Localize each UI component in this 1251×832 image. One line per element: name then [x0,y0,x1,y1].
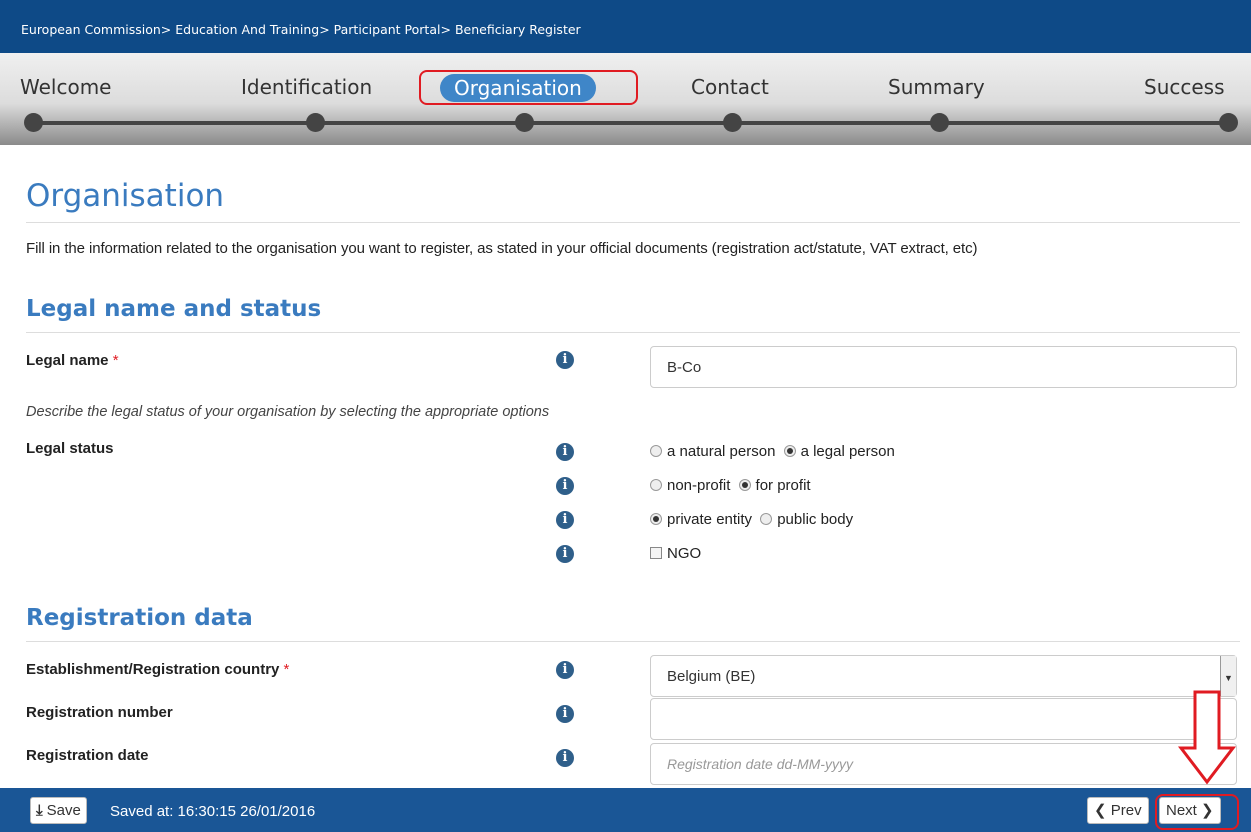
step-identification[interactable]: Identification [241,75,372,99]
info-icon[interactable]: i [556,545,574,563]
info-icon[interactable]: i [556,351,574,369]
info-icon[interactable]: i [556,443,574,461]
radio-public-body-label[interactable]: public body [777,511,853,528]
breadcrumb-sep: > [319,22,330,37]
country-select[interactable]: Belgium (BE) ▼ [650,655,1237,697]
breadcrumb-sep: > [440,22,451,37]
divider [26,222,1240,223]
intro-text: Fill in the information related to the o… [26,240,978,257]
wizard-track [33,121,1230,125]
radio-public-body[interactable] [760,513,773,525]
page-title: Organisation [26,178,225,214]
footer-bar: ⤓ Save Saved at: 16:30:15 26/01/2016 ❮ Pr… [0,788,1251,832]
radio-private-entity-label[interactable]: private entity [667,511,752,528]
ngo-checkbox-label[interactable]: NGO [667,545,701,562]
step-dot [1219,113,1238,132]
radio-private-entity[interactable] [650,513,662,525]
download-icon: ⤓ [36,802,43,819]
chevron-left-icon: ❮ [1094,802,1107,819]
info-icon[interactable]: i [556,661,574,679]
radio-non-profit[interactable] [650,479,662,491]
breadcrumb-item-portal[interactable]: Participant Portal [334,22,441,37]
radio-natural-person-label[interactable]: a natural person [667,443,775,460]
legal-name-label-text: Legal name [26,352,109,369]
radio-for-profit-label[interactable]: for profit [756,477,811,494]
info-icon[interactable]: i [556,477,574,495]
legal-status-note: Describe the legal status of your organi… [26,404,550,420]
country-select-value: Belgium (BE) [667,668,756,685]
breadcrumb: European Commission> Education And Train… [0,0,1251,53]
registration-date-input[interactable]: Registration date dd-MM-yyyy [650,743,1237,785]
registration-number-label: Registration number [26,704,173,721]
breadcrumb-item-ec[interactable]: European Commission [21,22,161,37]
person-type-options: a natural person a legal person [650,443,895,460]
legal-status-label: Legal status [26,440,114,457]
step-dot [306,113,325,132]
ngo-option: NGO [650,545,701,562]
radio-for-profit[interactable] [738,479,751,491]
step-dot [723,113,742,132]
prev-button-label: Prev [1110,802,1142,819]
profit-options: non-profit for profit [650,477,811,494]
breadcrumb-item-register[interactable]: Beneficiary Register [455,22,581,37]
breadcrumb-item-education[interactable]: Education And Training [175,22,319,37]
step-contact[interactable]: Contact [691,75,769,99]
info-icon[interactable]: i [556,511,574,529]
divider [26,641,1240,642]
legal-name-input[interactable]: B-Co [650,346,1237,388]
info-icon[interactable]: i [556,749,574,767]
radio-legal-person[interactable] [783,445,796,457]
step-dot [24,113,43,132]
save-button[interactable]: ⤓ Save [30,797,87,824]
registration-date-label: Registration date [26,747,149,764]
info-icon[interactable]: i [556,705,574,723]
arrow-down-icon [1177,690,1237,785]
section-title-legal: Legal name and status [26,296,322,322]
saved-status: Saved at: 16:30:15 26/01/2016 [110,803,316,820]
radio-natural-person[interactable] [650,445,662,457]
breadcrumb-sep: > [160,22,172,37]
step-dot [930,113,949,132]
next-button-highlight [1155,794,1239,830]
section-title-registration: Registration data [26,605,253,631]
prev-button[interactable]: ❮ Prev [1087,797,1149,824]
entity-options: private entity public body [650,511,853,528]
country-label-text: Establishment/Registration country [26,661,280,678]
active-step-highlight [419,70,638,105]
legal-name-label: Legal name * [26,352,119,369]
required-mark: * [112,352,119,369]
divider [26,332,1240,333]
radio-legal-person-label[interactable]: a legal person [801,443,895,460]
step-summary[interactable]: Summary [888,75,985,99]
radio-non-profit-label[interactable]: non-profit [667,477,730,494]
required-mark: * [283,661,290,678]
ngo-checkbox[interactable] [650,547,662,559]
save-button-label: Save [46,802,81,819]
registration-number-input[interactable] [650,698,1237,740]
step-welcome[interactable]: Welcome [20,75,111,99]
country-label: Establishment/Registration country * [26,661,289,678]
step-dot [515,113,534,132]
step-success[interactable]: Success [1144,75,1225,99]
